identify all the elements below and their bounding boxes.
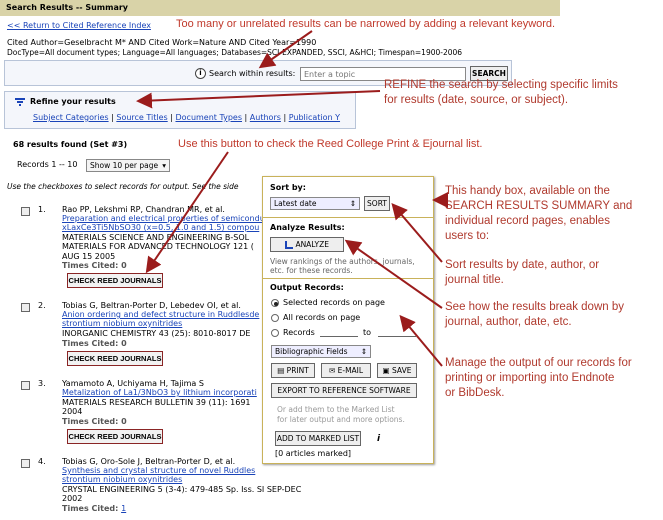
record-number: 2. [38, 301, 46, 310]
save-button[interactable]: ▣ SAVE [377, 363, 417, 378]
search-within-label: Search within results: [209, 69, 296, 78]
range-to-label: to [363, 328, 372, 337]
analyze-description: View rankings of the authors, journals, … [270, 257, 415, 275]
refine-publication-year[interactable]: Publication Y [289, 113, 340, 122]
refine-title: Refine your results [30, 97, 116, 106]
record-number: 3. [38, 379, 46, 388]
annotation-box-4: users to: [445, 230, 490, 242]
annotation-manage-2: printing or importing into Endnote [445, 372, 615, 384]
envelope-icon: ✉ [328, 366, 336, 375]
output-title: Output Records: [270, 283, 344, 292]
sort-select[interactable]: Latest date ⇕ [270, 197, 360, 210]
per-page-select[interactable]: Show 10 per page ▾ [86, 159, 170, 172]
page-title: Search Results -- Summary [6, 3, 129, 12]
refine-authors[interactable]: Authors [250, 113, 281, 122]
record-title-link[interactable]: Metalization of La1/3NbO3 by lithium inc… [62, 388, 262, 398]
range-from-input[interactable] [320, 336, 358, 337]
return-link[interactable]: << Return to Cited Reference Index [7, 21, 151, 31]
marked-description-1: Or add them to the Marked List [277, 405, 395, 414]
annotation-analyze-1: See how the results break down by [445, 301, 624, 313]
query-line-1: Cited Author=Geselbracht M* AND Cited Wo… [7, 38, 317, 47]
refine-subject-categories[interactable]: Subject Categories [33, 113, 109, 122]
refine-links: Subject Categories | Source Titles | Doc… [33, 113, 341, 122]
refine-document-types[interactable]: Document Types [175, 113, 242, 122]
chevron-down-icon: ⇕ [360, 347, 367, 356]
divider [263, 278, 433, 279]
radio-range-label: Records [283, 328, 315, 337]
annotation-sort-2: journal title. [445, 274, 504, 286]
range-to-input[interactable] [378, 336, 416, 337]
radio-records-range[interactable] [271, 329, 279, 337]
annotation-refine-1: REFINE the search by selecting specific … [384, 79, 618, 91]
filter-icon [15, 98, 25, 107]
times-cited: Times Cited: 0 [62, 339, 127, 348]
check-reed-journals-button[interactable]: CHECK REED JOURNALS [67, 351, 163, 366]
sort-title: Sort by: [270, 183, 306, 192]
query-line-2: DocType=All document types; Language=All… [7, 48, 463, 57]
fields-select[interactable]: Bibliographic Fields ⇕ [271, 345, 371, 358]
annotation-sort-1: Sort results by date, author, or [445, 259, 600, 271]
radio-selected-label: Selected records on page [283, 298, 385, 307]
annotation-manage-1: Manage the output of our records for [445, 357, 632, 369]
record-date: 2002 [62, 494, 83, 503]
print-button[interactable]: ▤ PRINT [271, 363, 315, 378]
check-reed-journals-button[interactable]: CHECK REED JOURNALS [67, 273, 163, 288]
export-reference-button[interactable]: EXPORT TO REFERENCE SOFTWARE [271, 383, 417, 398]
annotation-keyword: Too many or unrelated results can be nar… [176, 18, 556, 30]
record-title-link-cont[interactable]: xLaxCe3Ti5NbSO30 (x=0.5, 1.0 and 1.5) co… [62, 223, 262, 233]
times-cited: Times Cited: 1 [62, 504, 127, 513]
info-icon[interactable]: i [195, 68, 206, 79]
analyze-title: Analyze Results: [270, 223, 345, 232]
radio-selected-records[interactable] [271, 299, 279, 307]
email-button[interactable]: ✉ E-MAIL [321, 363, 371, 378]
annotation-analyze-2: journal, author, date, etc. [445, 316, 572, 328]
annotation-box-3: individual record pages, enables [445, 215, 610, 227]
results-count: 68 results found (Set #3) [13, 140, 128, 149]
bar-chart-icon [285, 241, 294, 249]
info-icon[interactable]: i [377, 434, 380, 444]
record-checkbox-2[interactable] [21, 303, 30, 312]
add-to-marked-list-button[interactable]: ADD TO MARKED LIST [275, 431, 361, 446]
times-cited: Times Cited: 0 [62, 417, 127, 426]
record-number: 1. [38, 205, 46, 214]
record-source: MATERIALS RESEARCH BULLETIN 39 (11): 169… [62, 398, 251, 407]
times-cited-link[interactable]: 1 [121, 504, 126, 513]
radio-all-label: All records on page [283, 313, 361, 322]
records-range: Records 1 -- 10 [17, 160, 78, 169]
annotation-box-1: This handy box, available on the [445, 185, 610, 197]
annotation-refine-2: for results (date, source, or subject). [384, 94, 569, 106]
disk-icon: ▣ [382, 366, 390, 375]
record-title-link-cont[interactable]: strontium niobium oxynitrides [62, 475, 302, 485]
annotation-box-2: SEARCH RESULTS SUMMARY and [445, 200, 633, 212]
annotation-reed-button: Use this button to check the Reed Colleg… [178, 138, 483, 150]
record-checkbox-1[interactable] [21, 207, 30, 216]
record-number: 4. [38, 457, 46, 466]
marked-description-2: for later output and more options. [277, 415, 405, 424]
check-reed-journals-button[interactable]: CHECK REED JOURNALS [67, 429, 163, 444]
record-source: INORGANIC CHEMISTRY 43 (25): 8010-8017 D… [62, 329, 251, 338]
marked-count: [0 articles marked] [275, 449, 352, 458]
record-source: MATERIALS FOR ADVANCED TECHNOLOGY 121 ( [62, 242, 254, 251]
results-tools-panel: Sort by: Latest date ⇕ SORT Analyze Resul… [262, 176, 434, 464]
printer-icon: ▤ [277, 366, 285, 375]
chevron-down-icon: ▾ [162, 161, 166, 170]
divider [263, 217, 433, 218]
sort-button[interactable]: SORT [364, 196, 390, 211]
radio-all-records[interactable] [271, 314, 279, 322]
record-title-link-cont[interactable]: strontium niobium oxynitrides [62, 319, 262, 329]
analyze-button[interactable]: ANALYZE [270, 237, 344, 252]
chevron-down-icon: ⇕ [349, 199, 356, 208]
record-checkbox-4[interactable] [21, 459, 30, 468]
times-cited: Times Cited: 0 [62, 261, 127, 270]
record-date: 2004 [62, 407, 83, 416]
refine-source-titles[interactable]: Source Titles [116, 113, 167, 122]
record-source: CRYSTAL ENGINEERING 5 (3-4): 479-485 Sp.… [62, 485, 302, 494]
annotation-manage-3: or BibDesk. [445, 387, 505, 399]
record-checkbox-3[interactable] [21, 381, 30, 390]
page-header: Search Results -- Summary [0, 0, 560, 16]
checkbox-hint: Use the checkboxes to select records for… [7, 182, 239, 191]
